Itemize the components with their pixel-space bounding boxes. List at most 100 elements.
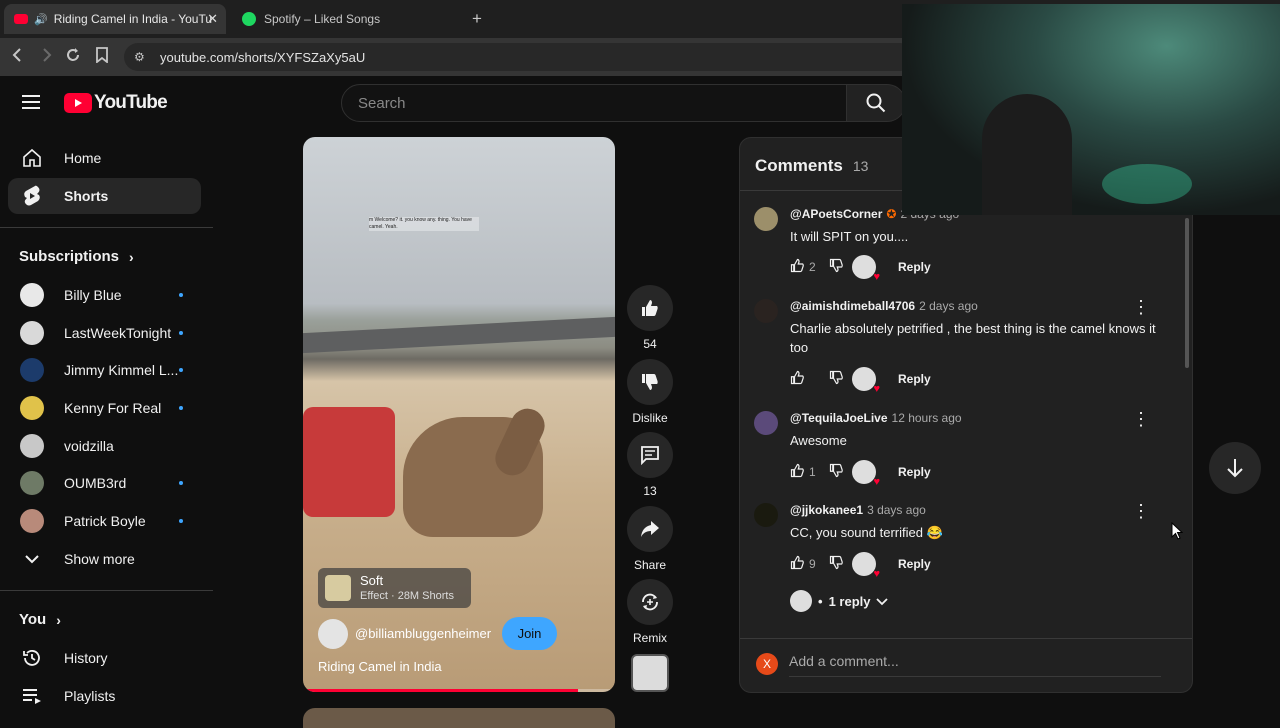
- thumbs-up-icon[interactable]: [790, 370, 805, 388]
- comment-author[interactable]: @aimishdimeball4706: [790, 299, 915, 313]
- sidebar-item-shorts[interactable]: Shorts: [8, 178, 201, 214]
- thumbs-up-icon[interactable]: [790, 463, 805, 481]
- remix-button[interactable]: [627, 579, 673, 625]
- spotify-favicon-icon: [242, 12, 256, 26]
- thumbs-up-icon[interactable]: [790, 258, 805, 276]
- avatar: [20, 471, 44, 495]
- comment-author[interactable]: @APoetsCorner: [790, 207, 882, 221]
- like-action[interactable]: 54: [627, 285, 673, 351]
- subscription-name: Kenny For Real: [64, 400, 162, 416]
- youtube-logo[interactable]: YouTube: [64, 92, 168, 114]
- thumbs-down-icon[interactable]: [829, 463, 844, 481]
- share-icon: [641, 521, 659, 537]
- next-short-button[interactable]: [1209, 442, 1261, 494]
- subscription-name: OUMB3rd: [64, 475, 127, 491]
- speaker-icon: 🔊: [34, 13, 48, 26]
- sidebar-item-playlists[interactable]: Playlists: [8, 678, 201, 714]
- back-icon[interactable]: [10, 47, 26, 68]
- dislike-action[interactable]: Dislike: [627, 359, 673, 425]
- menu-icon[interactable]: [22, 95, 40, 109]
- chevron-down-icon: [20, 547, 44, 571]
- avatar[interactable]: [754, 299, 778, 323]
- more-options-icon[interactable]: ⋮: [1132, 297, 1150, 318]
- url-field[interactable]: ⚙ youtube.com/shorts/XYFSZaXy5aU: [124, 43, 914, 71]
- avatar[interactable]: [754, 411, 778, 435]
- comment-author[interactable]: @TequilaJoeLive: [790, 411, 888, 425]
- arrow-down-icon: [1227, 459, 1243, 478]
- tab-youtube[interactable]: 🔊 Riding Camel in India - YouTu ✕: [4, 4, 226, 34]
- forward-icon[interactable]: [38, 47, 54, 68]
- show-more-button[interactable]: Show more: [8, 541, 201, 577]
- you-heading[interactable]: You ›: [19, 611, 61, 628]
- comments-panel: Comments 13 @APoetsCorner ✪ 2 days ago It …: [739, 137, 1193, 693]
- channel-name[interactable]: @billiambluggenheimer: [355, 626, 491, 641]
- channel-avatar[interactable]: [318, 619, 348, 649]
- comment-text: CC, you sound terrified 😂: [790, 525, 943, 540]
- more-options-icon[interactable]: ⋮: [1132, 409, 1150, 430]
- next-short-preview[interactable]: [303, 708, 615, 728]
- reply-button[interactable]: Reply: [898, 465, 931, 479]
- close-tab-icon[interactable]: ✕: [207, 11, 218, 27]
- dislike-button[interactable]: [627, 359, 673, 405]
- share-button[interactable]: [627, 506, 673, 552]
- add-comment-placeholder: Add a comment...: [789, 653, 899, 669]
- thumbs-down-icon[interactable]: [829, 370, 844, 388]
- verified-icon: ✪: [886, 207, 897, 221]
- comments-heading: Comments: [755, 156, 843, 175]
- thumbs-up-icon[interactable]: [790, 555, 805, 573]
- comments-scrollbar[interactable]: [1185, 218, 1189, 368]
- reply-button[interactable]: Reply: [898, 372, 931, 386]
- comment-author[interactable]: @jjkokanee1: [790, 503, 863, 517]
- share-action[interactable]: Share: [627, 506, 673, 572]
- playlists-icon: [20, 684, 44, 708]
- new-tab-button[interactable]: +: [472, 9, 482, 29]
- reply-button[interactable]: Reply: [898, 260, 931, 274]
- sidebar-item-subscription[interactable]: Kenny For Real: [8, 390, 201, 426]
- sidebar-item-subscription[interactable]: voidzilla: [8, 428, 201, 464]
- avatar[interactable]: [754, 503, 778, 527]
- search-button[interactable]: [846, 84, 906, 122]
- chevron-down-icon: [876, 594, 889, 609]
- thumbs-down-icon[interactable]: [829, 258, 844, 276]
- avatar: [20, 321, 44, 345]
- new-content-dot: [179, 481, 183, 485]
- sidebar-item-subscription[interactable]: Patrick Boyle: [8, 503, 201, 539]
- join-button[interactable]: Join: [502, 617, 557, 650]
- bookmark-icon[interactable]: [95, 47, 109, 68]
- sidebar-item-home[interactable]: Home: [8, 140, 201, 176]
- like-button[interactable]: [627, 285, 673, 331]
- more-options-icon[interactable]: ⋮: [1132, 501, 1150, 522]
- search-input[interactable]: Search: [341, 84, 847, 122]
- sidebar-item-subscription[interactable]: Jimmy Kimmel L...: [8, 352, 201, 388]
- comments-action[interactable]: 13: [627, 432, 673, 498]
- short-video-player[interactable]: m Welcome? it. you know any. thing. You …: [303, 137, 615, 692]
- tab-title: Spotify – Liked Songs: [264, 12, 381, 26]
- chevron-right-icon: ›: [129, 248, 134, 265]
- search-placeholder: Search: [358, 94, 406, 112]
- tab-spotify[interactable]: Spotify – Liked Songs: [232, 4, 462, 34]
- site-info-icon[interactable]: ⚙: [134, 50, 145, 64]
- remix-action[interactable]: Remix: [627, 579, 673, 645]
- sidebar-divider: [0, 227, 213, 228]
- subscriptions-heading[interactable]: Subscriptions ›: [19, 248, 134, 265]
- sidebar-item-history[interactable]: History: [8, 640, 201, 676]
- effect-chip[interactable]: Soft Effect · 28M Shorts: [318, 568, 471, 608]
- comment-actions: 2 Reply: [790, 255, 931, 283]
- reload-icon[interactable]: [65, 47, 81, 68]
- avatar[interactable]: [754, 207, 778, 231]
- thumbs-down-icon[interactable]: [829, 555, 844, 573]
- sidebar-item-subscription[interactable]: OUMB3rd: [8, 465, 201, 501]
- sidebar-item-subscription[interactable]: Billy Blue: [8, 277, 201, 313]
- reply-button[interactable]: Reply: [898, 557, 931, 571]
- progress-track[interactable]: [303, 689, 615, 692]
- creator-heart-icon: [852, 367, 880, 395]
- creator-heart-icon: [852, 552, 880, 580]
- sound-thumbnail[interactable]: [631, 654, 669, 692]
- add-comment-input[interactable]: Add a comment...: [789, 653, 1161, 677]
- sidebar-item-subscription[interactable]: LastWeekTonight: [8, 315, 201, 351]
- replies-toggle[interactable]: • 1 reply: [790, 590, 889, 612]
- new-content-dot: [179, 331, 183, 335]
- remix-label: Remix: [632, 631, 667, 645]
- comments-button[interactable]: [627, 432, 673, 478]
- like-count: 9: [809, 557, 816, 571]
